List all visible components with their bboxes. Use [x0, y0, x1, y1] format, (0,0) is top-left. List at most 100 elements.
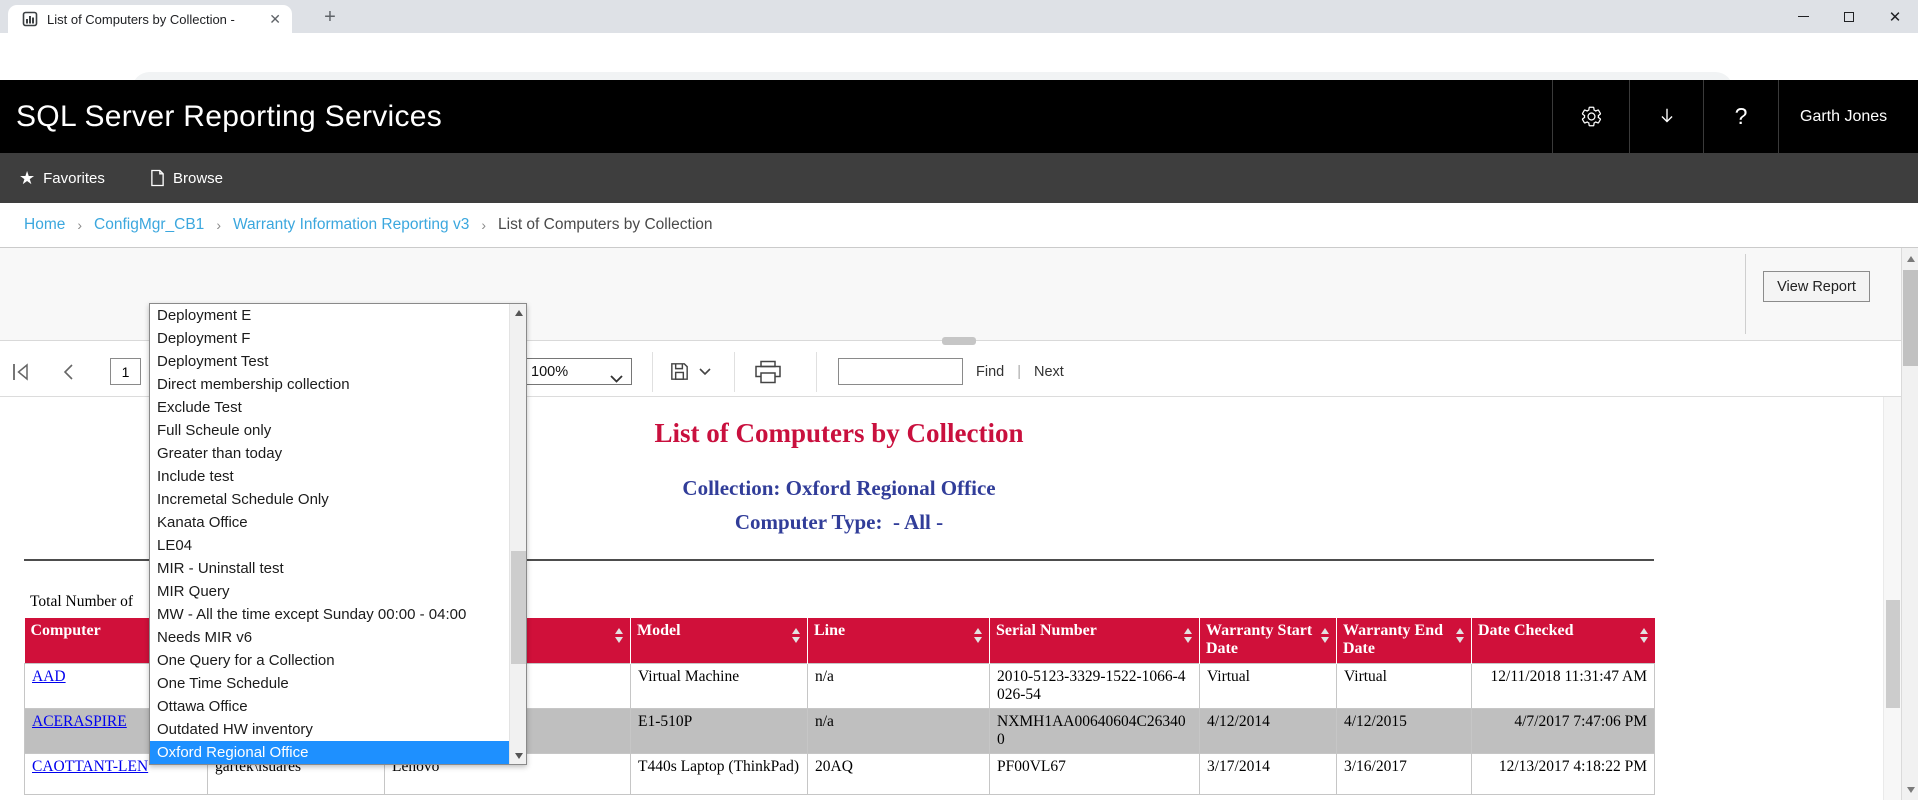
page-scrollbar[interactable]	[1901, 248, 1918, 800]
page-scrollbar-thumb[interactable]	[1903, 270, 1918, 366]
sort-icon[interactable]	[792, 628, 800, 643]
new-tab-button[interactable]: +	[318, 6, 342, 30]
dropdown-option[interactable]: One Query for a Collection	[150, 649, 526, 672]
dropdown-option[interactable]: Deployment Test	[150, 350, 526, 373]
column-header-label: Warranty Start Date	[1206, 622, 1312, 657]
column-header[interactable]: Serial Number	[990, 618, 1200, 663]
dropdown-option[interactable]: Include test	[150, 465, 526, 488]
table-cell: 4/7/2017 7:47:06 PM	[1472, 708, 1655, 753]
sort-icon[interactable]	[1321, 628, 1329, 643]
next-button[interactable]: Next	[1034, 364, 1064, 380]
report-scrollbar-thumb[interactable]	[1886, 600, 1900, 708]
dropdown-option[interactable]: Direct membership collection	[150, 373, 526, 396]
help-button[interactable]: ?	[1703, 80, 1778, 153]
table-cell: 3/16/2017	[1337, 753, 1472, 794]
column-header[interactable]: Warranty End Date	[1337, 618, 1472, 663]
dropdown-option[interactable]: Exclude Test	[150, 396, 526, 419]
column-header[interactable]: Model	[631, 618, 808, 663]
download-arrow-icon	[1656, 106, 1678, 128]
chevron-separator-icon: ›	[216, 217, 221, 233]
star-icon: ★	[19, 168, 35, 189]
column-header-label: Model	[637, 622, 681, 639]
sort-icon[interactable]	[1184, 628, 1192, 643]
dropdown-option[interactable]: Oxford Regional Office	[150, 741, 526, 764]
scroll-up-icon[interactable]	[1902, 250, 1918, 267]
settings-button[interactable]	[1552, 80, 1629, 153]
dropdown-option[interactable]: Outdated HW inventory	[150, 718, 526, 741]
toolbar-divider	[816, 352, 817, 392]
dropdown-option[interactable]: MIR - Uninstall test	[150, 557, 526, 580]
dropdown-option[interactable]: Needs MIR v6	[150, 626, 526, 649]
collection-dropdown-popup: Deployment EDeployment FDeployment TestD…	[149, 303, 527, 765]
toolbar-divider	[734, 352, 735, 392]
browser-tab-strip: List of Computers by Collection - ✕ + ✕	[0, 0, 1918, 33]
browse-button[interactable]: Browse	[150, 153, 223, 203]
maximize-icon	[1844, 12, 1854, 22]
browser-tab[interactable]: List of Computers by Collection - ✕	[8, 5, 292, 33]
table-cell: T440s Laptop (ThinkPad)	[631, 753, 808, 794]
zoom-select[interactable]: 100%	[522, 358, 632, 385]
dropdown-option[interactable]: Full Scheule only	[150, 419, 526, 442]
view-report-button[interactable]: View Report	[1763, 271, 1870, 302]
dropdown-option[interactable]: MW - All the time except Sunday 00:00 - …	[150, 603, 526, 626]
minimize-button[interactable]	[1780, 0, 1826, 33]
previous-page-button[interactable]	[62, 346, 74, 397]
dropdown-option[interactable]: Incremetal Schedule Only	[150, 488, 526, 511]
save-dropdown-chevron-icon	[699, 368, 711, 376]
dropdown-option[interactable]: MIR Query	[150, 580, 526, 603]
computer-link[interactable]: ACERASPIRE	[32, 713, 127, 730]
user-menu[interactable]: Garth Jones	[1778, 80, 1918, 153]
find-button[interactable]: Find	[976, 364, 1004, 380]
report-scrollbar[interactable]	[1883, 397, 1901, 800]
app-header: SQL Server Reporting Services ? Garth Jo…	[0, 80, 1918, 153]
dropdown-option[interactable]: Deployment E	[150, 304, 526, 327]
sort-icon[interactable]	[974, 628, 982, 643]
save-export-button[interactable]	[668, 346, 711, 397]
browser-address-bar: Not secure cm-cas-cb1/reports/report/Con…	[0, 33, 1918, 80]
dropdown-option[interactable]: LE04	[150, 534, 526, 557]
maximize-button[interactable]	[1826, 0, 1872, 33]
dropdown-option[interactable]: Deployment F	[150, 327, 526, 350]
computer-link[interactable]: CAOTTANT-LEN	[32, 758, 148, 775]
computer-link[interactable]: AAD	[32, 668, 66, 685]
sort-icon[interactable]	[1456, 628, 1464, 643]
breadcrumb-link-configmgr[interactable]: ConfigMgr_CB1	[94, 216, 204, 234]
tab-close-icon[interactable]: ✕	[266, 11, 284, 27]
print-button[interactable]	[754, 346, 782, 397]
dropdown-option[interactable]: Kanata Office	[150, 511, 526, 534]
floppy-save-icon	[668, 360, 691, 383]
dropdown-option[interactable]: One Time Schedule	[150, 672, 526, 695]
scroll-up-icon[interactable]	[510, 304, 527, 321]
table-cell: 12/11/2018 11:31:47 AM	[1472, 663, 1655, 708]
column-header-label: Date Checked	[1478, 622, 1574, 639]
zoom-select-value: 100%	[531, 364, 568, 380]
table-cell: Virtual	[1337, 663, 1472, 708]
breadcrumb-link-warranty-folder[interactable]: Warranty Information Reporting v3	[233, 216, 469, 234]
dropdown-option[interactable]: Greater than today	[150, 442, 526, 465]
scroll-down-icon[interactable]	[1902, 781, 1918, 798]
column-header[interactable]: Date Checked	[1472, 618, 1655, 663]
download-button[interactable]	[1629, 80, 1703, 153]
table-cell: 20AQ	[808, 753, 990, 794]
breadcrumb-link-home[interactable]: Home	[24, 216, 65, 234]
portal-nav-bar: ★ Favorites Browse	[0, 153, 1918, 203]
table-cell: PF00VL67	[990, 753, 1200, 794]
dropdown-option[interactable]: Ottawa Office	[150, 695, 526, 718]
dropdown-scrollbar-thumb[interactable]	[511, 551, 526, 664]
first-page-button[interactable]	[10, 346, 32, 397]
scroll-down-icon[interactable]	[510, 747, 527, 764]
column-header[interactable]: Line	[808, 618, 990, 663]
close-button[interactable]: ✕	[1872, 0, 1918, 33]
sort-icon[interactable]	[1640, 628, 1648, 643]
find-input[interactable]	[838, 358, 963, 385]
splitter-handle[interactable]	[942, 337, 976, 345]
sort-icon[interactable]	[615, 628, 623, 643]
question-mark-icon: ?	[1735, 103, 1748, 130]
dropdown-scrollbar[interactable]	[509, 304, 526, 764]
column-header[interactable]: Warranty Start Date	[1200, 618, 1337, 663]
page-number-input[interactable]	[110, 358, 141, 385]
favorites-button[interactable]: ★ Favorites	[19, 153, 105, 203]
table-cell: Virtual	[1200, 663, 1337, 708]
column-header-label: Serial Number	[996, 622, 1097, 639]
bar-chart-favicon-icon	[22, 11, 38, 27]
